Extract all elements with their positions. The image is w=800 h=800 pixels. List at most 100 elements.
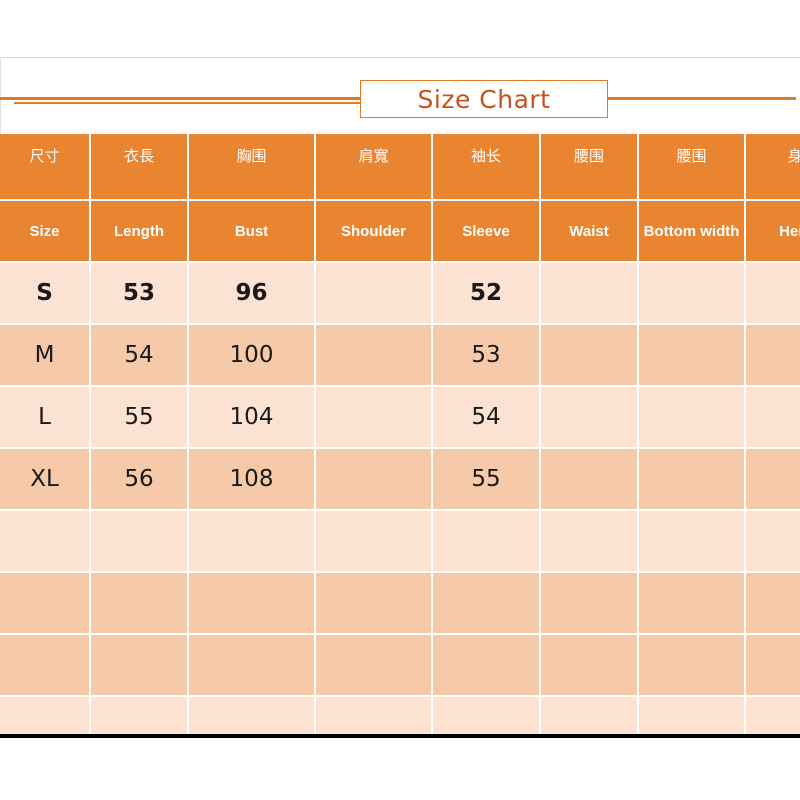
table-row-cell: 104: [188, 386, 316, 449]
size-chart-page: Size Chart 尺寸衣長胸围肩寬袖长腰围腰围身高SizeLengthBus…: [0, 0, 800, 800]
table-row-cell: [0, 696, 91, 736]
table-header-en-cell: Sleeve: [432, 200, 541, 263]
table-header-cn-cell: 身高: [745, 134, 800, 201]
table-row-cell: [638, 572, 746, 635]
table-row-cell: [540, 262, 639, 325]
table-header-cn-cell: 肩寬: [315, 134, 433, 201]
table-row-cell: [432, 510, 541, 573]
table-row-cell: L: [0, 386, 91, 449]
title-banner: Size Chart: [0, 78, 800, 122]
table-header-en-cell: Size: [0, 200, 91, 263]
table-row-cell: M: [0, 324, 91, 387]
table-header-cn-cell: 尺寸: [0, 134, 91, 201]
table-row-cell: [745, 510, 800, 573]
table-row: [0, 510, 800, 573]
table-row-cell: [188, 634, 316, 697]
table-row: XL 56 108 55: [0, 448, 800, 511]
table-row-cell: 53: [432, 324, 541, 387]
table-row-cell: 53: [90, 262, 189, 325]
table-row-cell: 56: [90, 448, 189, 511]
table-row-cell: [745, 572, 800, 635]
table-row-cell: 96: [188, 262, 316, 325]
table-row-cell: [638, 386, 746, 449]
table-row-cell: [315, 510, 433, 573]
table-row-cell: XL: [0, 448, 91, 511]
page-title: Size Chart: [417, 84, 551, 114]
table-row: [0, 634, 800, 697]
table-row-cell: [90, 696, 189, 736]
table-row-cell: [315, 386, 433, 449]
table-header-cn-cell: 胸围: [188, 134, 316, 201]
table-row-cell: [638, 448, 746, 511]
table-row-cell: [0, 572, 91, 635]
table-header-en-cell: Height: [745, 200, 800, 263]
table-row-cell: [540, 634, 639, 697]
table-row: [0, 696, 800, 736]
table-header-cn-cell: 衣長: [90, 134, 189, 201]
table-row-cell: 100: [188, 324, 316, 387]
table-row-cell: [638, 634, 746, 697]
table-row: L 55 104 54: [0, 386, 800, 449]
table-row-cell: [188, 696, 316, 736]
table-row-cell: [315, 572, 433, 635]
table-row-cell: [90, 510, 189, 573]
table-row-cell: [745, 696, 800, 736]
table-row-cell: [745, 634, 800, 697]
card-top-divider: [0, 57, 800, 58]
table-row-cell: 54: [432, 386, 541, 449]
table-row-cell: S: [0, 262, 91, 325]
title-box: Size Chart: [360, 80, 608, 118]
table-row-cell: [540, 386, 639, 449]
title-rule-left-thin: [14, 102, 363, 104]
table-row-cell: [315, 448, 433, 511]
table-row-cell: [432, 634, 541, 697]
title-rule-right: [605, 97, 796, 100]
table-row: [0, 572, 800, 635]
table-row-cell: [745, 386, 800, 449]
table-row-cell: [638, 696, 746, 736]
table-row: S 53 96 52: [0, 262, 800, 325]
table-row-cell: [315, 262, 433, 325]
table-row-cell: [638, 324, 746, 387]
title-rule-left-thick: [0, 97, 363, 100]
table-row-cell: [0, 634, 91, 697]
table-row-cell: [745, 448, 800, 511]
table-header-cn-cell: 腰围: [638, 134, 746, 201]
table-header-en-cell: Waist: [540, 200, 639, 263]
table-row-cell: 108: [188, 448, 316, 511]
table-bottom-border: [0, 734, 800, 738]
table-row-cell: [90, 634, 189, 697]
table-header-en-cell: Bottom width: [638, 200, 746, 263]
table-row-cell: [540, 324, 639, 387]
table-row-cell: 55: [90, 386, 189, 449]
table-row-cell: [745, 262, 800, 325]
table-row-cell: [188, 572, 316, 635]
table-row-cell: 52: [432, 262, 541, 325]
table-header-en: Size Length Bust Shoulder Sleeve Waist Bottom …: [0, 200, 800, 263]
table-row-cell: 54: [90, 324, 189, 387]
table-row-cell: [432, 572, 541, 635]
table-row-cell: [315, 696, 433, 736]
table-row-cell: [0, 510, 91, 573]
table-row-cell: 55: [432, 448, 541, 511]
size-table: 尺寸衣長胸围肩寬袖长腰围腰围身高SizeLengthBustShoulderSl…: [0, 134, 800, 736]
table-header-en-cell: Shoulder: [315, 200, 433, 263]
table-row-cell: [638, 510, 746, 573]
table-row: M 54 100 53: [0, 324, 800, 387]
table-header-en-cell: Bust: [188, 200, 316, 263]
table-header-cn-cell: 袖长: [432, 134, 541, 201]
table-row-cell: [90, 572, 189, 635]
table-row-cell: [540, 448, 639, 511]
table-header-cn-cell: 腰围: [540, 134, 639, 201]
size-table-container: 尺寸衣長胸围肩寬袖长腰围腰围身高SizeLengthBustShoulderSl…: [0, 134, 800, 736]
table-row-cell: [315, 324, 433, 387]
table-row-cell: [188, 510, 316, 573]
table-row-cell: [540, 572, 639, 635]
table-header-cn: 尺寸衣長胸围肩寬袖长腰围腰围身高: [0, 134, 800, 201]
table-row-cell: [315, 634, 433, 697]
table-row-cell: [638, 262, 746, 325]
table-row-cell: [432, 696, 541, 736]
table-row-cell: [745, 324, 800, 387]
table-row-cell: [540, 696, 639, 736]
table-header-en-cell: Length: [90, 200, 189, 263]
